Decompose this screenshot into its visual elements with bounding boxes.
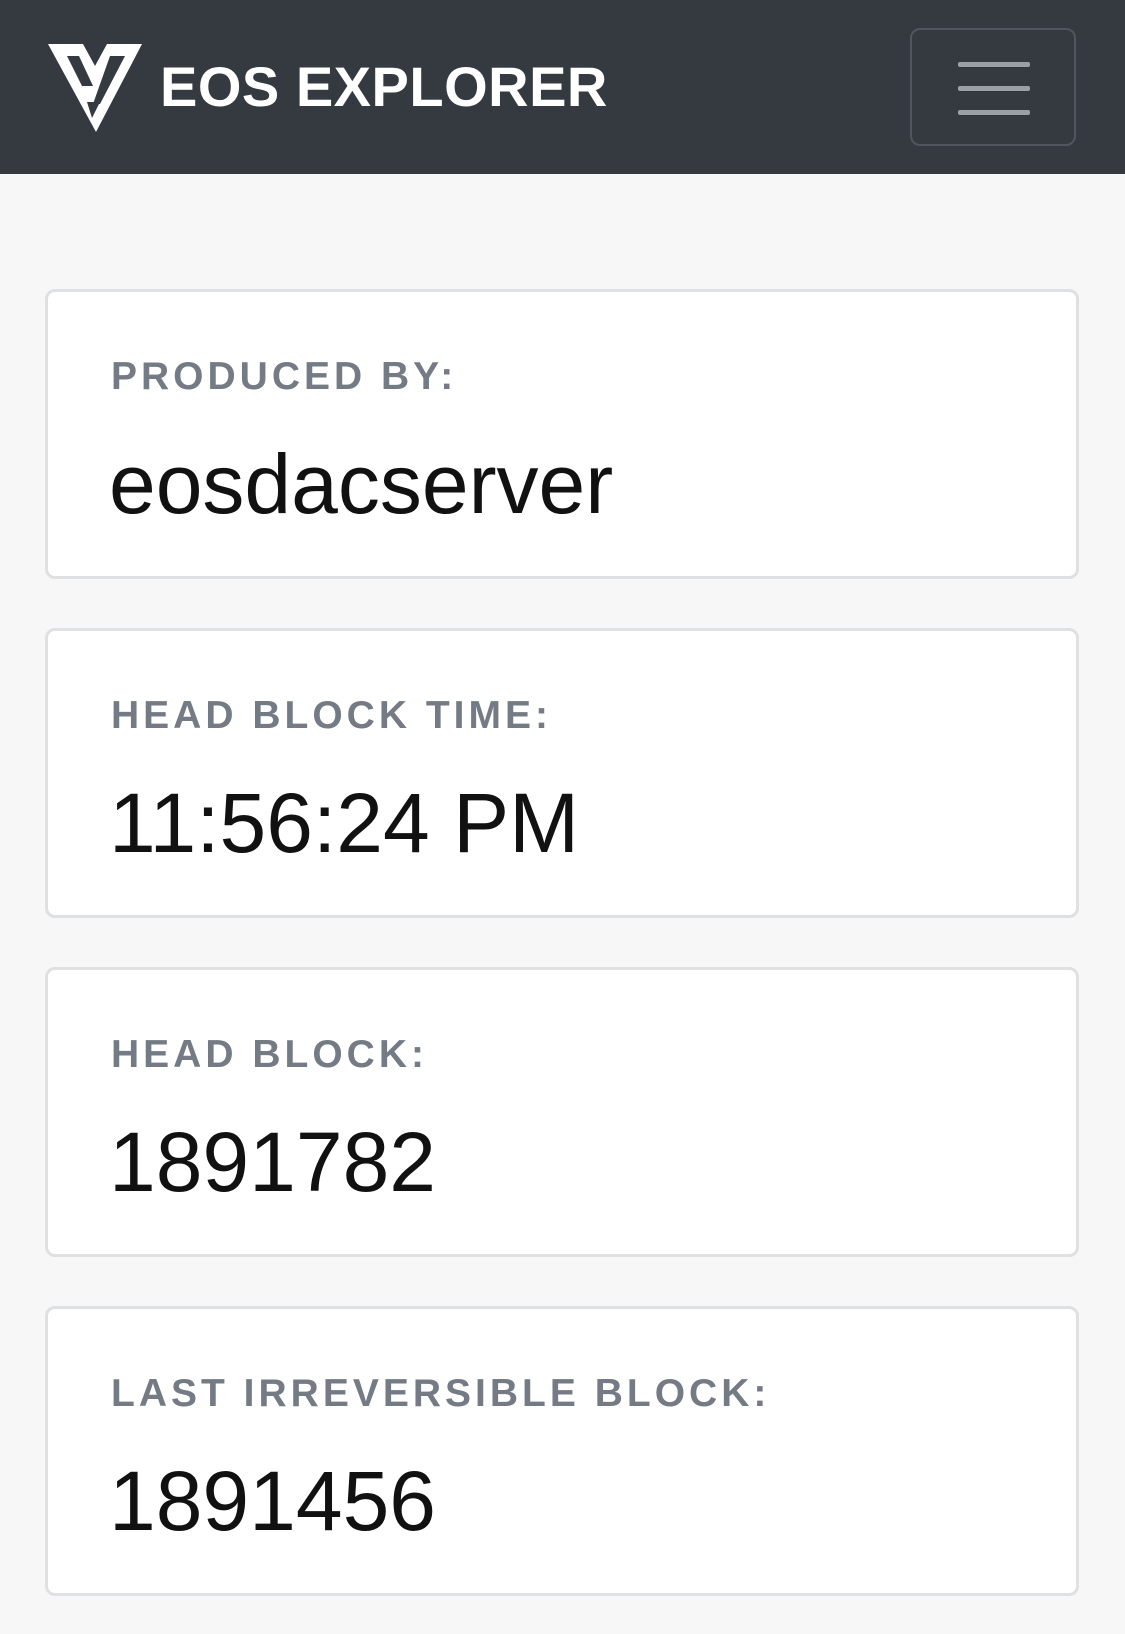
head-block-time-card: HEAD BLOCK TIME: 11:56:24 PM	[45, 628, 1079, 918]
last-irreversible-block-value: 1891456	[109, 1454, 437, 1548]
produced-by-value: eosdacserver	[109, 437, 614, 531]
top-navbar: EOS EXPLORER	[0, 0, 1125, 174]
menu-toggle-button[interactable]	[910, 28, 1076, 146]
head-block-label: HEAD BLOCK:	[111, 1033, 428, 1076]
hamburger-menu-icon	[958, 62, 1030, 116]
brand-link[interactable]: EOS EXPLORER	[48, 38, 608, 136]
head-block-value: 1891782	[109, 1115, 437, 1209]
produced-by-label: PRODUCED BY:	[111, 355, 458, 398]
head-block-time-label: HEAD BLOCK TIME:	[111, 694, 552, 737]
last-irreversible-block-card: LAST IRREVERSIBLE BLOCK: 1891456	[45, 1306, 1079, 1596]
brand-name: EOS EXPLORER	[160, 55, 608, 118]
eos-explorer-logo-icon	[48, 44, 142, 132]
last-irreversible-block-label: LAST IRREVERSIBLE BLOCK:	[111, 1372, 771, 1415]
produced-by-card: PRODUCED BY: eosdacserver	[45, 289, 1079, 579]
head-block-card: HEAD BLOCK: 1891782	[45, 967, 1079, 1257]
head-block-time-value: 11:56:24 PM	[109, 776, 580, 870]
